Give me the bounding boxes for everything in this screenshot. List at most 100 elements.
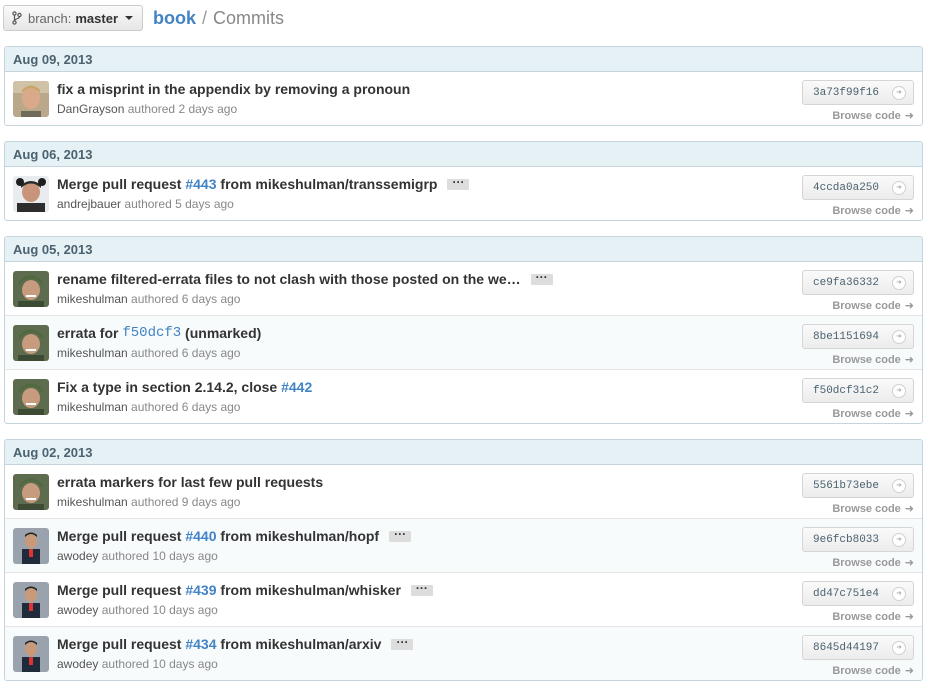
commit-sha-button[interactable]: dd47c751e4 ➜ <box>802 581 914 606</box>
commit-message: Merge pull request #440 from mikeshulman… <box>57 528 412 544</box>
commit-sha-button[interactable]: 9e6fcb8033 ➜ <box>802 527 914 552</box>
expand-description-button[interactable]: ··· <box>530 271 553 285</box>
issue-link[interactable]: #434 <box>185 636 216 652</box>
commit-title-link[interactable]: Merge pull request <box>57 636 185 652</box>
author-link[interactable]: mikeshulman <box>57 346 128 360</box>
commit-message: Fix a type in section 2.14.2, close #442 <box>57 379 312 395</box>
browse-code-link[interactable]: Browse code ➜ <box>832 610 914 624</box>
arrow-right-icon: ➜ <box>892 587 906 601</box>
author-avatar[interactable] <box>13 474 49 510</box>
author-link[interactable]: mikeshulman <box>57 495 128 509</box>
commit-message: rename filtered-errata files to not clas… <box>57 271 553 287</box>
topbar: branch: master book / Commits <box>3 5 284 31</box>
commit-title-link[interactable]: rename filtered-errata files to not clas… <box>57 271 521 287</box>
author-link[interactable]: mikeshulman <box>57 292 128 306</box>
commit-row: errata for f50dcf3 (unmarked) mikeshulman… <box>5 315 922 369</box>
browse-code-label: Browse code <box>832 109 901 122</box>
commit-time: 6 days ago <box>181 346 241 360</box>
repo-link[interactable]: book <box>153 8 196 29</box>
commit-sha-button[interactable]: 3a73f99f16 ➜ <box>802 80 914 105</box>
commit-row: rename filtered-errata files to not clas… <box>5 262 922 315</box>
commit-title-link[interactable]: from mikeshulman/hopf <box>217 528 379 544</box>
commit-meta: mikeshulman authored 6 days ago <box>57 346 240 360</box>
commit-title-link[interactable]: fix a misprint in the appendix by removi… <box>57 81 410 97</box>
commit-title-link[interactable]: Merge pull request <box>57 582 185 598</box>
branch-selector-button[interactable]: branch: master <box>3 5 144 31</box>
browse-code-link[interactable]: Browse code ➜ <box>832 407 914 421</box>
author-avatar[interactable] <box>13 379 49 415</box>
issue-link[interactable]: #440 <box>185 528 216 544</box>
browse-code-label: Browse code <box>832 664 901 677</box>
author-link[interactable]: andrejbauer <box>57 197 121 211</box>
author-avatar[interactable] <box>13 325 49 361</box>
commit-sha-button[interactable]: 8645d44197 ➜ <box>802 635 914 660</box>
arrow-right-icon: ➜ <box>904 611 914 623</box>
arrow-right-icon: ➜ <box>904 205 914 217</box>
commit-title-link[interactable]: Fix a type in section 2.14.2, close <box>57 379 281 395</box>
browse-code-link[interactable]: Browse code ➜ <box>832 502 914 516</box>
commit-group-date: Aug 05, 2013 <box>5 237 922 262</box>
issue-link[interactable]: #439 <box>185 582 216 598</box>
commit-meta: DanGrayson authored 2 days ago <box>57 102 237 116</box>
commit-ref-link[interactable]: f50dcf3 <box>122 325 181 341</box>
authored-label: authored <box>101 657 150 671</box>
expand-description-button[interactable]: ··· <box>391 636 414 650</box>
author-link[interactable]: DanGrayson <box>57 102 124 116</box>
arrow-right-icon: ➜ <box>904 300 914 312</box>
commit-group-date: Aug 06, 2013 <box>5 142 922 167</box>
commit-sha-button[interactable]: ce9fa36332 ➜ <box>802 270 914 295</box>
authored-label: authored <box>131 292 179 306</box>
commit-title-link[interactable]: from mikeshulman/transsemigrp <box>217 176 437 192</box>
author-link[interactable]: awodey <box>57 603 98 617</box>
browse-code-link[interactable]: Browse code ➜ <box>832 299 914 313</box>
commit-title-link[interactable]: from mikeshulman/whisker <box>217 582 401 598</box>
browse-code-link[interactable]: Browse code ➜ <box>832 556 914 570</box>
commit-group-date: Aug 09, 2013 <box>5 47 922 72</box>
browse-code-label: Browse code <box>832 407 901 420</box>
commit-sha-button[interactable]: 5561b73ebe ➜ <box>802 473 914 498</box>
author-link[interactable]: awodey <box>57 549 98 563</box>
author-avatar[interactable] <box>13 528 49 564</box>
commit-time: 6 days ago <box>181 400 241 414</box>
commit-title-link[interactable]: Merge pull request <box>57 528 185 544</box>
authored-label: authored <box>127 102 176 116</box>
author-avatar[interactable] <box>13 582 49 618</box>
issue-link[interactable]: #443 <box>185 176 216 192</box>
browse-code-label: Browse code <box>832 556 901 569</box>
author-link[interactable]: awodey <box>57 657 98 671</box>
commit-title-link[interactable]: from mikeshulman/arxiv <box>217 636 381 652</box>
expand-description-button[interactable]: ··· <box>447 176 470 190</box>
commit-message: fix a misprint in the appendix by removi… <box>57 81 410 97</box>
commit-sha-button[interactable]: f50dcf31c2 ➜ <box>802 378 914 403</box>
author-link[interactable]: mikeshulman <box>57 400 128 414</box>
author-avatar[interactable] <box>13 81 49 117</box>
authored-label: authored <box>131 346 179 360</box>
expand-description-button[interactable]: ··· <box>410 582 433 596</box>
authored-label: authored <box>101 603 150 617</box>
arrow-right-icon: ➜ <box>892 533 906 547</box>
commit-title-link[interactable]: errata for <box>57 325 122 341</box>
commit-title-link[interactable]: (unmarked) <box>181 325 261 341</box>
author-avatar[interactable] <box>13 636 49 672</box>
arrow-right-icon: ➜ <box>904 503 914 515</box>
commit-meta: mikeshulman authored 9 days ago <box>57 495 240 509</box>
commit-title-link[interactable]: errata markers for last few pull request… <box>57 474 323 490</box>
author-avatar[interactable] <box>13 176 49 212</box>
commit-message: Merge pull request #439 from mikeshulman… <box>57 582 433 598</box>
commit-sha-button[interactable]: 8be1151694 ➜ <box>802 324 914 349</box>
browse-code-link[interactable]: Browse code ➜ <box>832 109 914 123</box>
commit-row: Merge pull request #439 from mikeshulman… <box>5 572 922 626</box>
commit-group: Aug 05, 2013 rename filtered-errata files… <box>4 236 923 424</box>
branch-label: branch: <box>28 10 72 26</box>
breadcrumb: book / Commits <box>153 8 284 29</box>
commit-sha-button[interactable]: 4ccda0a250 ➜ <box>802 175 914 200</box>
browse-code-link[interactable]: Browse code ➜ <box>832 664 914 678</box>
author-avatar[interactable] <box>13 271 49 307</box>
issue-link[interactable]: #442 <box>281 379 312 395</box>
commit-title-link[interactable]: Merge pull request <box>57 176 185 192</box>
expand-description-button[interactable]: ··· <box>389 528 412 542</box>
arrow-right-icon: ➜ <box>904 408 914 420</box>
commit-message: errata for f50dcf3 (unmarked) <box>57 325 261 341</box>
browse-code-link[interactable]: Browse code ➜ <box>832 204 914 218</box>
browse-code-link[interactable]: Browse code ➜ <box>832 353 914 367</box>
